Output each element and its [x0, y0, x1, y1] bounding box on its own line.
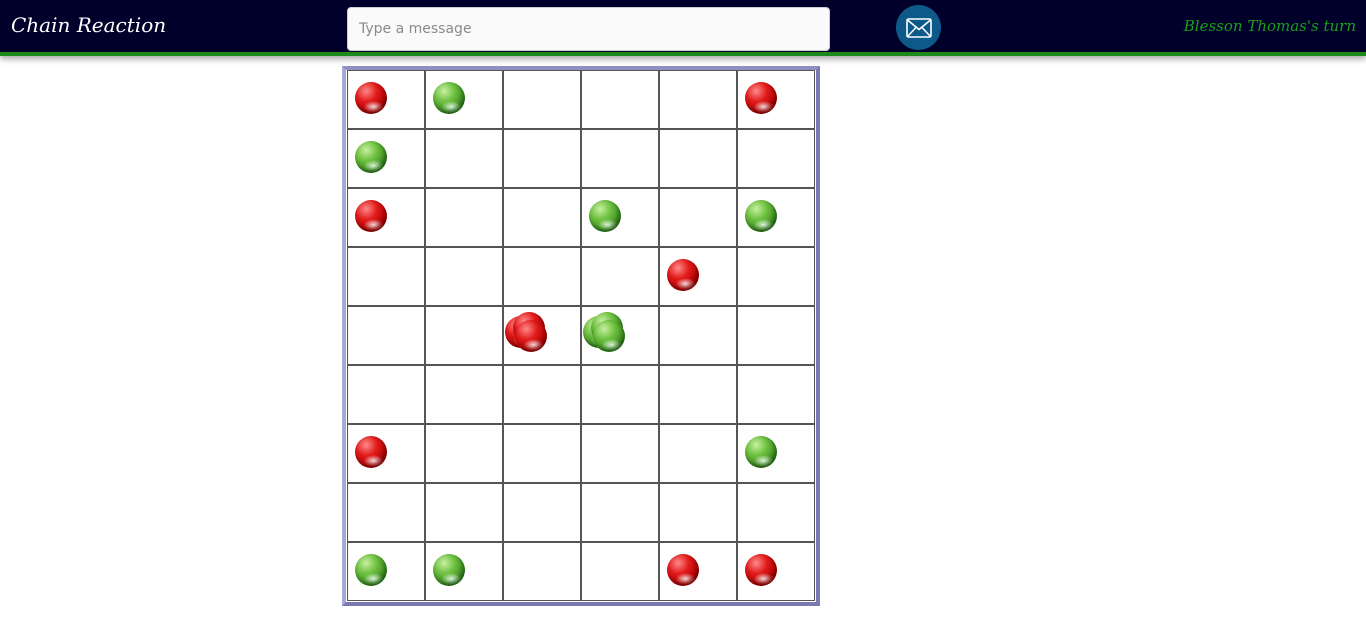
board-cell-r3-c3[interactable] [581, 247, 659, 306]
envelope-icon [905, 17, 932, 38]
board-cell-r1-c3[interactable] [581, 129, 659, 188]
board-cell-r1-c4[interactable] [659, 129, 737, 188]
board-cell-r3-c4[interactable] [659, 247, 737, 306]
green-orb [433, 82, 465, 114]
board-cell-r2-c0[interactable] [347, 188, 425, 247]
board-cell-r1-c2[interactable] [503, 129, 581, 188]
board-cell-r5-c3[interactable] [581, 365, 659, 424]
board-cell-r3-c5[interactable] [737, 247, 815, 306]
red-orb [355, 200, 387, 232]
board-cell-r8-c4[interactable] [659, 542, 737, 601]
green-orb [355, 554, 387, 586]
board-cell-r7-c0[interactable] [347, 483, 425, 542]
board-cell-r6-c4[interactable] [659, 424, 737, 483]
board-cell-r3-c2[interactable] [503, 247, 581, 306]
board-cell-r7-c4[interactable] [659, 483, 737, 542]
board-cell-r2-c2[interactable] [503, 188, 581, 247]
board-cell-r6-c5[interactable] [737, 424, 815, 483]
message-input[interactable] [347, 7, 830, 51]
board-cell-r0-c0[interactable] [347, 70, 425, 129]
board-cell-r1-c1[interactable] [425, 129, 503, 188]
board-cell-r2-c1[interactable] [425, 188, 503, 247]
board-cell-r0-c1[interactable] [425, 70, 503, 129]
board-cell-r4-c3[interactable] [581, 306, 659, 365]
board-cell-r3-c0[interactable] [347, 247, 425, 306]
red-orb [745, 82, 777, 114]
board-cell-r8-c1[interactable] [425, 542, 503, 601]
board-cell-r8-c3[interactable] [581, 542, 659, 601]
board-cell-r7-c3[interactable] [581, 483, 659, 542]
board-cell-r1-c0[interactable] [347, 129, 425, 188]
board-cell-r4-c5[interactable] [737, 306, 815, 365]
board-cell-r0-c2[interactable] [503, 70, 581, 129]
green-orb [433, 554, 465, 586]
green-orb [355, 141, 387, 173]
red-orb [515, 320, 547, 352]
green-orb [745, 436, 777, 468]
board-cell-r5-c4[interactable] [659, 365, 737, 424]
board-cell-r2-c5[interactable] [737, 188, 815, 247]
app-title: Chain Reaction [11, 13, 167, 37]
board-cell-r2-c4[interactable] [659, 188, 737, 247]
green-orb [745, 200, 777, 232]
board-cell-r8-c5[interactable] [737, 542, 815, 601]
board-cell-r2-c3[interactable] [581, 188, 659, 247]
board-cell-r5-c2[interactable] [503, 365, 581, 424]
turn-indicator: Blesson Thomas's turn [1183, 17, 1356, 35]
board-cell-r7-c2[interactable] [503, 483, 581, 542]
board-cell-r6-c2[interactable] [503, 424, 581, 483]
board-cell-r6-c3[interactable] [581, 424, 659, 483]
game-board [342, 66, 820, 606]
red-orb [745, 554, 777, 586]
board-cell-r7-c1[interactable] [425, 483, 503, 542]
board-cell-r5-c0[interactable] [347, 365, 425, 424]
send-message-button[interactable] [896, 5, 941, 50]
board-cell-r4-c4[interactable] [659, 306, 737, 365]
red-orb [667, 554, 699, 586]
board-cell-r6-c1[interactable] [425, 424, 503, 483]
board-cell-r1-c5[interactable] [737, 129, 815, 188]
board-cell-r5-c5[interactable] [737, 365, 815, 424]
top-bar: Chain Reaction Blesson Thomas's turn [0, 0, 1366, 56]
green-orb [589, 200, 621, 232]
board-cell-r5-c1[interactable] [425, 365, 503, 424]
board-cell-r0-c4[interactable] [659, 70, 737, 129]
red-orb [355, 82, 387, 114]
board-cell-r4-c2[interactable] [503, 306, 581, 365]
board-cell-r4-c0[interactable] [347, 306, 425, 365]
board-cell-r3-c1[interactable] [425, 247, 503, 306]
board-cell-r7-c5[interactable] [737, 483, 815, 542]
board-cell-r6-c0[interactable] [347, 424, 425, 483]
red-orb [667, 259, 699, 291]
board-cell-r8-c0[interactable] [347, 542, 425, 601]
board-cell-r8-c2[interactable] [503, 542, 581, 601]
board-cell-r0-c3[interactable] [581, 70, 659, 129]
board-cell-r0-c5[interactable] [737, 70, 815, 129]
board-cell-r4-c1[interactable] [425, 306, 503, 365]
green-orb [593, 320, 625, 352]
red-orb [355, 436, 387, 468]
